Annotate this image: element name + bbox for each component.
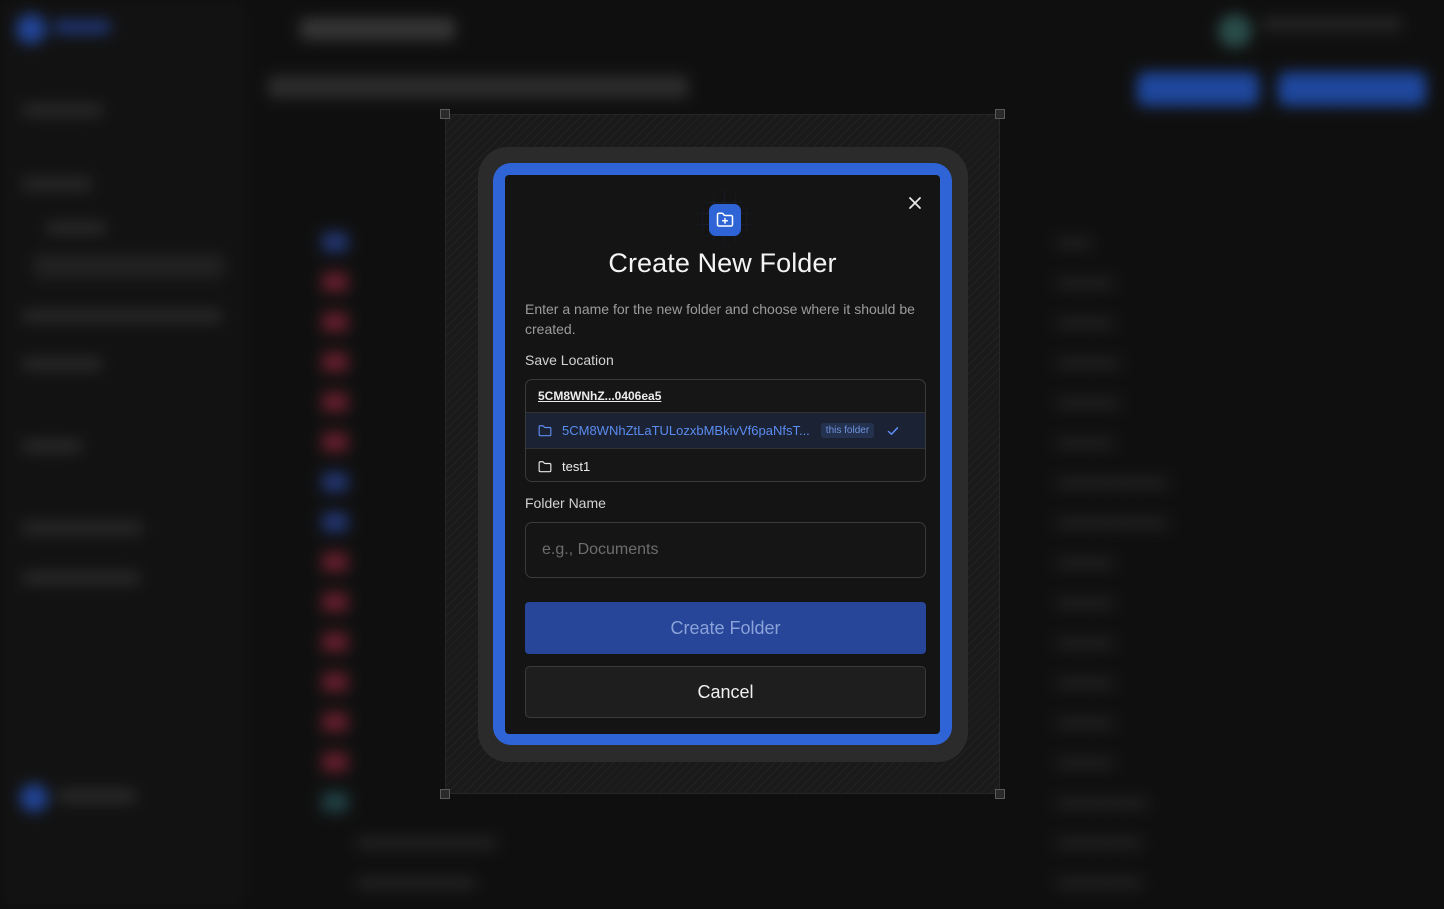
frame-corner-handle bbox=[995, 109, 1005, 119]
folder-icon bbox=[538, 424, 552, 436]
cancel-button[interactable]: Cancel bbox=[525, 666, 926, 718]
save-location-label: Save Location bbox=[525, 352, 614, 368]
create-folder-button[interactable]: Create Folder bbox=[525, 602, 926, 654]
frame-corner-handle bbox=[440, 789, 450, 799]
frame-corner-handle bbox=[440, 109, 450, 119]
location-root-link[interactable]: 5CM8WNhZ...0406ea5 bbox=[526, 380, 925, 413]
dialog-title: Create New Folder bbox=[608, 248, 837, 278]
location-item-current-folder[interactable]: 5CM8WNhZtLaTULozxbMBkivVf6paNfsT... this… bbox=[526, 413, 925, 449]
save-location-picker: 5CM8WNhZ...0406ea5 5CM8WNhZtLaTULozxbMBk… bbox=[525, 379, 926, 482]
location-item-test1[interactable]: test1 bbox=[526, 449, 925, 481]
frame-corner-handle bbox=[995, 789, 1005, 799]
dialog-icon-badge bbox=[709, 204, 741, 236]
dialog-icon-container bbox=[691, 191, 757, 247]
location-item-name: test1 bbox=[562, 459, 591, 474]
folder-name-label: Folder Name bbox=[525, 495, 606, 511]
close-button[interactable] bbox=[904, 192, 926, 214]
dialog-description: Enter a name for the new folder and choo… bbox=[525, 301, 915, 337]
location-item-name: 5CM8WNhZtLaTULozxbMBkivVf6paNfsT... bbox=[562, 423, 810, 438]
folder-name-input[interactable] bbox=[525, 522, 926, 578]
folder-plus-icon bbox=[716, 212, 734, 227]
close-icon bbox=[909, 197, 921, 209]
this-folder-badge: this folder bbox=[820, 423, 875, 438]
check-icon bbox=[887, 426, 899, 435]
folder-icon bbox=[538, 460, 552, 472]
create-folder-dialog: Create New Folder Enter a name for the n… bbox=[505, 175, 940, 734]
